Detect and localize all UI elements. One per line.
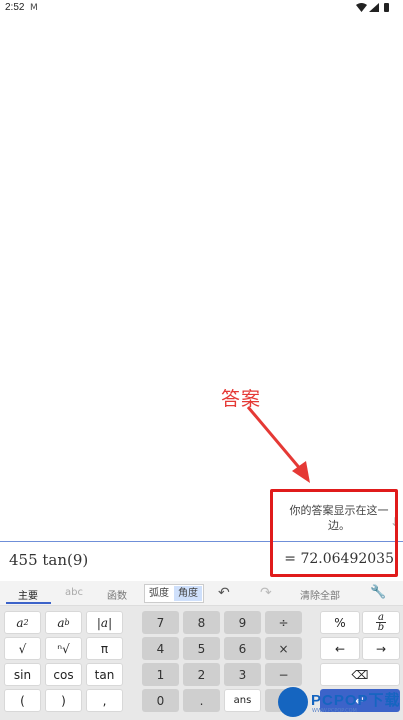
sim-icon: M	[30, 3, 38, 13]
wifi-icon	[356, 3, 367, 12]
key-power[interactable]: ab	[45, 611, 82, 634]
key-3[interactable]: 3	[224, 663, 261, 686]
right-arrow-icon[interactable]: →	[362, 637, 400, 660]
key-comma[interactable]: ,	[86, 689, 123, 712]
tab-main[interactable]: 主要	[18, 587, 38, 602]
key-cos[interactable]: cos	[45, 663, 82, 686]
tab-indicator	[6, 602, 51, 604]
key-open-paren[interactable]: (	[4, 689, 41, 712]
key-decimal[interactable]: .	[183, 689, 220, 712]
key-square[interactable]: a2	[4, 611, 41, 634]
status-time: 2:52	[5, 2, 25, 13]
settings-wrench-icon[interactable]: 🔧	[370, 585, 386, 600]
clear-all-button[interactable]: 清除全部	[300, 587, 340, 602]
answer-highlight-box	[270, 489, 398, 577]
left-arrow-icon[interactable]: ←	[320, 637, 360, 660]
logo-circle-icon	[278, 687, 308, 717]
key-close-paren[interactable]: )	[45, 689, 82, 712]
key-nth-root[interactable]: ⁿ√	[45, 637, 82, 660]
radian-button[interactable]: 弧度	[146, 586, 172, 601]
degree-button[interactable]: 角度	[174, 586, 202, 601]
key-abs[interactable]: |a|	[86, 611, 123, 634]
keypad-tabs: 主要 abc 函数 弧度 角度 ↶ ↷ 清除全部 🔧	[0, 581, 403, 606]
signal-icon	[369, 3, 379, 12]
tab-abc[interactable]: abc	[65, 587, 83, 598]
watermark-subtext: WWW.PCPOP.COM	[312, 708, 357, 714]
key-ans[interactable]: ans	[224, 689, 261, 712]
key-9[interactable]: 9	[224, 611, 261, 634]
key-6[interactable]: 6	[224, 637, 261, 660]
status-bar: 2:52 M	[0, 0, 403, 16]
key-4[interactable]: 4	[142, 637, 179, 660]
key-sin[interactable]: sin	[4, 663, 41, 686]
key-0[interactable]: 0	[142, 689, 179, 712]
key-pi[interactable]: π	[86, 637, 123, 660]
watermark-logo: PCPOP下载 WWW.PCPOP.COM	[278, 683, 403, 720]
key-divide[interactable]: ÷	[265, 611, 302, 634]
key-5[interactable]: 5	[183, 637, 220, 660]
annotation-arrow	[246, 406, 310, 483]
key-percent[interactable]: %	[320, 611, 360, 634]
key-multiply[interactable]: ×	[265, 637, 302, 660]
key-8[interactable]: 8	[183, 611, 220, 634]
expression-text: 455 tan(9)	[9, 551, 89, 569]
undo-icon[interactable]: ↶	[218, 585, 230, 601]
key-7[interactable]: 7	[142, 611, 179, 634]
key-1[interactable]: 1	[142, 663, 179, 686]
angle-mode-toggle: 弧度 角度	[144, 584, 204, 603]
key-fraction[interactable]: ab	[362, 611, 400, 634]
battery-icon	[384, 3, 389, 12]
tab-functions[interactable]: 函数	[107, 587, 127, 602]
key-sqrt[interactable]: √	[4, 637, 41, 660]
redo-icon[interactable]: ↷	[260, 585, 272, 601]
key-2[interactable]: 2	[183, 663, 220, 686]
watermark-text: PCPOP下载	[311, 692, 401, 709]
key-tan[interactable]: tan	[86, 663, 123, 686]
